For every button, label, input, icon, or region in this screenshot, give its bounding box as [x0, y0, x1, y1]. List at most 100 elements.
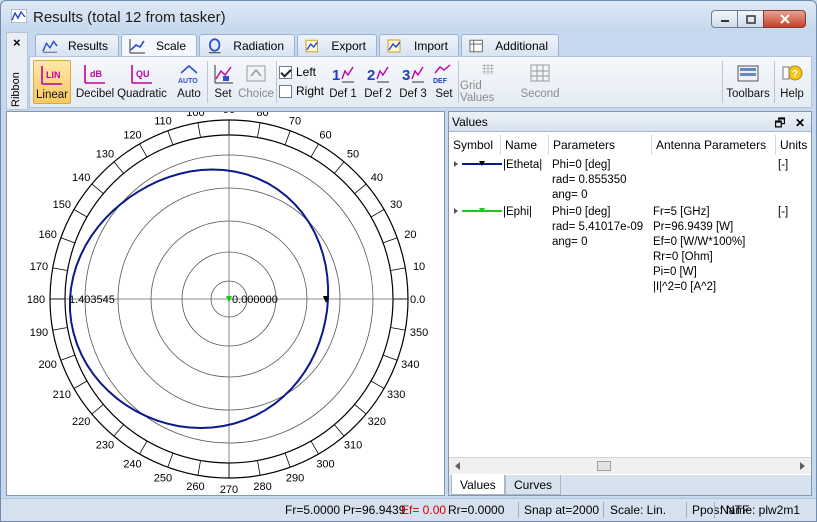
maximize-icon	[745, 14, 756, 24]
grid-values-label: Grid Values	[460, 80, 495, 104]
results-app-icon	[11, 9, 27, 23]
left-checkbox[interactable]: Left	[279, 65, 316, 79]
tab-radiation[interactable]: Radiation	[199, 34, 295, 56]
angle-tick	[334, 161, 345, 174]
tab-results-label: Results	[67, 38, 108, 53]
angle-label: 240	[123, 459, 141, 471]
scroll-left-icon[interactable]	[453, 461, 461, 471]
second-button[interactable]: Second	[518, 60, 562, 104]
close-button[interactable]	[763, 10, 806, 28]
window-title: Results (total 12 from tasker)	[33, 9, 226, 26]
angle-tick	[139, 143, 148, 158]
polar-plot[interactable]: 10 20 30 40 50 60 70 80 90 100 110 120 130 140 150 160 1…	[7, 104, 444, 496]
angle-tick	[310, 143, 319, 158]
tab-scale[interactable]: Scale	[121, 34, 197, 57]
svg-text:?: ?	[792, 69, 798, 80]
def3-button[interactable]: 3 Def 3	[396, 60, 430, 104]
set-scale-icon	[214, 65, 233, 84]
angle-tick	[370, 209, 385, 218]
svg-text:DEF: DEF	[433, 78, 448, 85]
column-parameters[interactable]: Parameters	[549, 135, 652, 155]
svg-text:2: 2	[367, 67, 375, 84]
set-button[interactable]: Set	[209, 60, 237, 104]
antenna-param-line: Pr=96.9439 [W]	[653, 221, 734, 233]
column-symbol[interactable]: Symbol	[449, 135, 501, 155]
quadratic-button[interactable]: QU Quadratic	[117, 60, 167, 104]
results-window: Results (total 12 from tasker) × Ribbon …	[0, 0, 817, 522]
right-checkbox[interactable]: Right	[279, 84, 324, 98]
maximize-button[interactable]	[737, 10, 764, 28]
minimize-button[interactable]	[711, 10, 738, 28]
antenna-param-line: Rr=0 [Ohm]	[653, 251, 713, 263]
def2-icon: 2	[367, 66, 389, 84]
column-name[interactable]: Name	[501, 135, 549, 155]
toolbars-button[interactable]: Toolbars	[725, 60, 771, 104]
auto-button[interactable]: AUTO Auto	[172, 60, 206, 104]
toolbars-icon	[737, 65, 759, 82]
param-line: ang= 0	[552, 189, 588, 201]
right-checkbox-box[interactable]	[279, 84, 292, 98]
decibel-label: Decibel	[75, 88, 115, 100]
angle-tick	[284, 452, 291, 468]
angle-tick	[139, 440, 148, 455]
def-set-button[interactable]: DEF Set	[431, 60, 457, 104]
param-line: Phi=0 [deg]	[552, 159, 611, 171]
linear-button[interactable]: LIN Linear	[33, 60, 71, 104]
additional-icon	[469, 39, 483, 52]
angle-label: 210	[53, 389, 71, 401]
tab-export[interactable]: Export	[297, 34, 377, 56]
help-icon: ?	[782, 65, 803, 81]
tab-import[interactable]: Import	[379, 34, 459, 56]
ribbon-label: Ribbon	[10, 72, 22, 107]
etheta-name: |Etheta|	[503, 159, 543, 171]
angle-label: 110	[154, 115, 172, 127]
ribbon-close-icon[interactable]: ×	[13, 35, 21, 50]
angle-tick	[113, 424, 124, 437]
def3-icon: 3	[402, 66, 424, 84]
param-line: rad= 0.855350	[552, 174, 627, 186]
tab-additional[interactable]: Additional	[461, 34, 559, 56]
scroll-right-icon[interactable]	[799, 461, 807, 471]
column-units[interactable]: Units	[776, 135, 811, 155]
tab-radiation-label: Radiation	[233, 38, 284, 53]
angle-tick	[370, 380, 385, 389]
choice-button[interactable]: Choice	[237, 60, 275, 104]
tab-curves[interactable]: Curves	[505, 475, 562, 495]
def2-label: Def 2	[364, 88, 392, 100]
values-panel: Values 🗗 ✕ Symbol Name Parameters Antenn…	[448, 111, 812, 496]
tab-values[interactable]: Values	[451, 475, 505, 495]
scale-icon	[129, 39, 145, 54]
auto-scale-icon: AUTO	[178, 64, 198, 85]
radiation-icon	[208, 37, 221, 53]
choice-label: Choice	[238, 88, 274, 100]
param-line: rad= 5.41017e-09	[552, 221, 644, 233]
grid-values-button[interactable]: Grid Values	[460, 60, 516, 104]
angle-tick	[60, 354, 76, 361]
polar-plot-pane[interactable]: 10 20 30 40 50 60 70 80 90 100 110 120 130 140 150 160 1…	[6, 104, 445, 496]
left-checkbox-box[interactable]	[279, 65, 292, 79]
def1-label: Def 1	[329, 88, 357, 100]
def2-button[interactable]: 2 Def 2	[361, 60, 395, 104]
angle-tick	[52, 267, 68, 271]
tab-results[interactable]: Results	[35, 34, 119, 56]
decibel-button[interactable]: dB Decibel	[75, 60, 115, 104]
angle-label: 140	[72, 172, 90, 184]
help-label: Help	[780, 88, 804, 100]
help-button[interactable]: ? Help	[776, 60, 808, 104]
ribbon-tabs: Results Scale Radiation Export Import Ad…	[35, 34, 561, 57]
angle-label: 70	[289, 115, 301, 127]
export-icon	[305, 39, 319, 52]
def1-button[interactable]: 1 Def 1	[326, 60, 360, 104]
scroll-thumb[interactable]	[597, 461, 611, 471]
angle-label: 350	[410, 327, 428, 339]
param-line: ang= 0	[552, 236, 588, 248]
angle-label: 250	[154, 473, 172, 485]
close-pane-icon[interactable]: ✕	[795, 116, 805, 130]
antenna-param-line: Pi=0 [W]	[653, 266, 697, 278]
column-antenna-parameters[interactable]: Antenna Parameters	[652, 135, 776, 155]
edge-value-label: 1.403545	[69, 294, 115, 306]
horizontal-scrollbar[interactable]	[449, 457, 811, 474]
status-resistance: Rr=0.0000	[448, 503, 505, 517]
angle-tick	[354, 183, 367, 194]
restore-pane-icon[interactable]: 🗗	[774, 116, 785, 130]
